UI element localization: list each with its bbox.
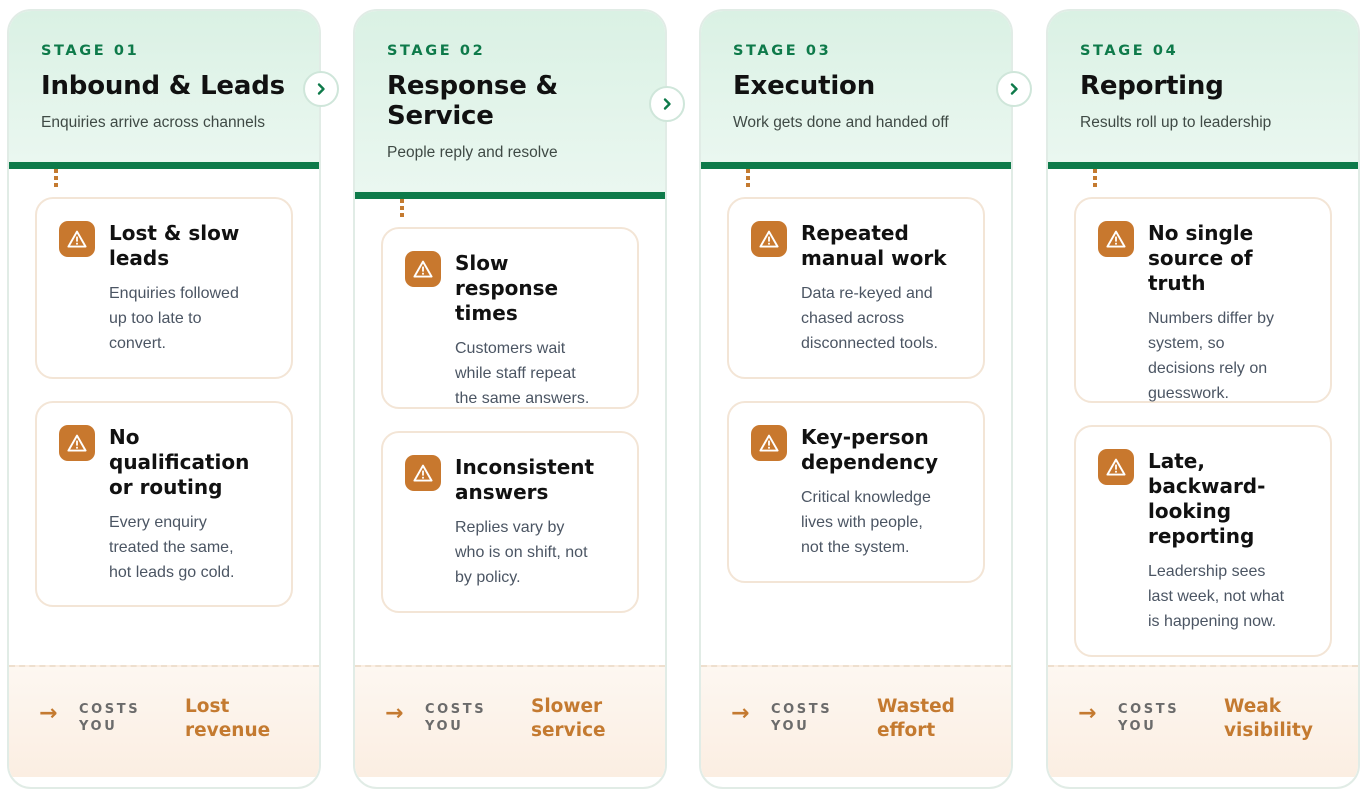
stage-column-2: STAGE 02 Response & Service People reply… (353, 9, 667, 789)
card-title: No single source of truth (1148, 221, 1254, 295)
cost-footer: → COSTS YOU Wasted effort (701, 665, 1011, 777)
warning-icon (59, 221, 95, 257)
stage-title: Response & Service (387, 71, 558, 131)
cost-footer: → COSTS YOU Weak visibility (1048, 665, 1358, 777)
costs-label: COSTS YOU (425, 702, 487, 734)
arrow-right-icon: → (731, 701, 750, 726)
card-title: No qualification or routing (109, 425, 250, 499)
card-body: Enquiries followed up too late to conver… (109, 285, 239, 352)
pain-point-card: Repeated manual work Data re-keyed and c… (727, 197, 985, 379)
pain-point-card: Late, backward- looking reporting Leader… (1074, 425, 1332, 657)
pain-point-card: No qualification or routing Every enquir… (35, 401, 293, 607)
cost-value: Wasted effort (877, 696, 955, 741)
stage-subtitle: People reply and resolve (387, 144, 558, 161)
cost-value: Lost revenue (185, 696, 271, 741)
warning-icon (405, 455, 441, 491)
warning-icon (751, 425, 787, 461)
dashed-connector (746, 169, 750, 187)
pain-point-card: Inconsistent answers Replies vary by who… (381, 431, 639, 613)
chevron-right-icon (303, 71, 339, 107)
stage-column-3: STAGE 03 Execution Work gets done and ha… (699, 9, 1013, 789)
costs-label: COSTS YOU (1118, 702, 1180, 734)
stage-label: STAGE 04 (1080, 43, 1179, 59)
warning-icon (751, 221, 787, 257)
dashed-connector (400, 199, 404, 217)
cost-value: Slower service (531, 696, 606, 741)
stage-column-1: STAGE 01 Inbound & Leads Enquiries arriv… (7, 9, 321, 789)
cost-footer: → COSTS YOU Slower service (355, 665, 665, 777)
chevron-right-icon (649, 86, 685, 122)
pain-point-card: Lost & slow leads Enquiries followed up … (35, 197, 293, 379)
warning-icon (405, 251, 441, 287)
pain-point-card: No single source of truth Numbers differ… (1074, 197, 1332, 403)
stage-header: STAGE 01 Inbound & Leads Enquiries arriv… (9, 11, 319, 169)
card-title: Late, backward- looking reporting (1148, 449, 1266, 548)
card-title: Key-person dependency (801, 425, 939, 474)
card-body: Data re-keyed and chased across disconne… (801, 285, 938, 352)
stage-title: Reporting (1080, 71, 1224, 101)
stage-subtitle: Results roll up to leadership (1080, 114, 1272, 131)
cost-value: Weak visibility (1224, 696, 1313, 741)
arrow-right-icon: → (39, 701, 58, 726)
stage-subtitle: Work gets done and handed off (733, 114, 949, 131)
stage-header: STAGE 04 Reporting Results roll up to le… (1048, 11, 1358, 169)
card-body: Every enquiry treated the same, hot lead… (109, 514, 235, 581)
pipeline-stages: STAGE 01 Inbound & Leads Enquiries arriv… (0, 0, 1366, 789)
stage-title: Inbound & Leads (41, 71, 285, 101)
card-body: Leadership sees last week, not what is h… (1148, 563, 1285, 630)
costs-label: COSTS YOU (771, 702, 833, 734)
stage-header: STAGE 03 Execution Work gets done and ha… (701, 11, 1011, 169)
arrow-right-icon: → (385, 701, 404, 726)
stage-label: STAGE 01 (41, 43, 140, 59)
card-body: Critical knowledge lives with people, no… (801, 489, 931, 556)
pain-point-card: Slow response times Customers wait while… (381, 227, 639, 409)
card-body: Numbers differ by system, so decisions r… (1148, 310, 1274, 402)
costs-label: COSTS YOU (79, 702, 141, 734)
arrow-right-icon: → (1078, 701, 1097, 726)
stage-label: STAGE 02 (387, 43, 486, 59)
stage-subtitle: Enquiries arrive across channels (41, 114, 265, 131)
card-body: Customers wait while staff repeat the sa… (455, 340, 590, 407)
chevron-right-icon (996, 71, 1032, 107)
dashed-connector (1093, 169, 1097, 187)
stage-header: STAGE 02 Response & Service People reply… (355, 11, 665, 199)
card-title: Slow response times (455, 251, 559, 325)
stage-column-4: STAGE 04 Reporting Results roll up to le… (1046, 9, 1360, 789)
card-title: Repeated manual work (801, 221, 947, 270)
pain-point-card: Key-person dependency Critical knowledge… (727, 401, 985, 583)
card-body: Replies vary by who is on shift, not by … (455, 519, 588, 586)
card-title: Inconsistent answers (455, 455, 595, 504)
warning-icon (1098, 221, 1134, 257)
stage-label: STAGE 03 (733, 43, 832, 59)
warning-icon (59, 425, 95, 461)
warning-icon (1098, 449, 1134, 485)
stage-title: Execution (733, 71, 875, 101)
card-title: Lost & slow leads (109, 221, 240, 270)
cost-footer: → COSTS YOU Lost revenue (9, 665, 319, 777)
dashed-connector (54, 169, 58, 187)
